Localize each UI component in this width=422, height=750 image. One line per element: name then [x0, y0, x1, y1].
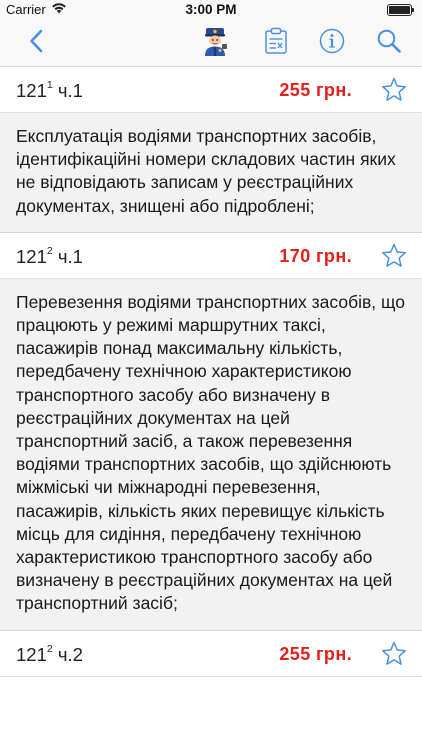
fines-list: 1211 ч.1 255 грн. Експлуатація водіями т… [0, 66, 422, 677]
battery-fill [389, 6, 410, 14]
item-header[interactable]: 1212 ч.1 170 грн. [0, 232, 422, 279]
fine-amount: 170 грн. [279, 245, 352, 266]
info-icon [319, 28, 345, 59]
item-header[interactable]: 1212 ч.2 255 грн. [0, 630, 422, 677]
list-item: 1212 ч.2 255 грн. [0, 630, 422, 677]
back-chevron-icon [29, 29, 43, 58]
item-description: Перевезення водіями транспортних засобів… [0, 278, 422, 631]
police-button[interactable] [199, 27, 231, 59]
battery-tip [412, 8, 414, 12]
article-part: ч.2 [52, 643, 83, 665]
article-part: ч.1 [52, 245, 83, 267]
battery-icon [387, 4, 414, 16]
info-button[interactable] [316, 27, 348, 59]
article-number: 1212 ч.1 [16, 244, 83, 268]
article-number: 1211 ч.1 [16, 79, 83, 102]
search-icon [376, 28, 402, 59]
article-part: ч.1 [52, 80, 83, 101]
fine-amount: 255 грн. [279, 643, 352, 664]
item-header[interactable]: 1211 ч.1 255 грн. [0, 67, 422, 113]
article-base: 121 [16, 643, 47, 665]
checklist-button[interactable] [260, 27, 292, 59]
navigation-bar [0, 20, 422, 66]
article-superscript: 2 [46, 244, 53, 257]
article-superscript: 1 [46, 79, 53, 91]
search-button[interactable] [373, 27, 405, 59]
article-base: 121 [16, 245, 47, 267]
status-time: 3:00 PM [185, 2, 237, 17]
fine-amount: 255 грн. [279, 80, 352, 100]
favorite-star-icon[interactable] [380, 242, 408, 270]
police-officer-icon [200, 25, 230, 62]
favorite-star-icon[interactable] [380, 76, 408, 104]
back-button[interactable] [20, 27, 52, 59]
list-item: 1211 ч.1 255 грн. Експлуатація водіями т… [0, 67, 422, 233]
article-number: 1212 ч.2 [16, 642, 83, 666]
article-superscript: 2 [46, 642, 53, 655]
favorite-star-icon[interactable] [380, 640, 408, 668]
checklist-icon [264, 27, 288, 60]
item-description: Експлуатація водіями транспортних засобі… [0, 113, 422, 233]
status-bar: Carrier 3:00 PM [0, 0, 422, 20]
article-base: 121 [16, 80, 47, 101]
list-item: 1212 ч.1 170 грн. Перевезення водіями тр… [0, 232, 422, 631]
